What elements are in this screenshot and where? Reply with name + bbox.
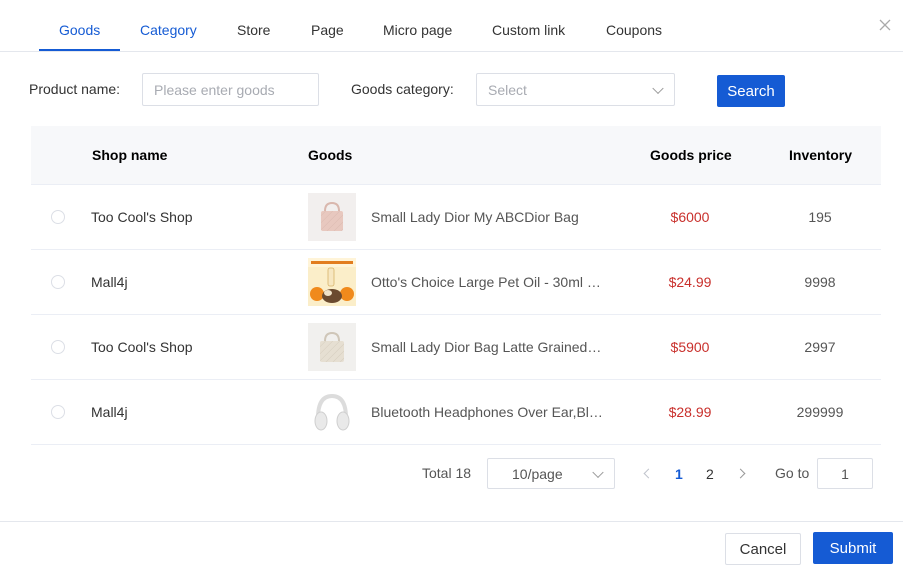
next-page-icon[interactable] [735,468,746,479]
goods-name-cell: Small Lady Dior My ABCDior Bag [371,209,579,225]
pet-oil-icon [308,258,356,306]
product-name-input[interactable] [154,81,318,98]
row-radio[interactable] [51,340,65,354]
goods-name-cell: Otto's Choice Large Pet Oil - 30ml Pet O… [371,274,603,290]
column-header-shop-name: Shop name [92,147,168,163]
chevron-down-icon [652,82,664,94]
goods-price-cell: $6000 [670,209,710,225]
product-name-label: Product name: [29,81,121,97]
inventory-cell: 9998 [804,274,836,290]
tab-bar: Goods Category Store Page Micro page Cus… [0,0,903,52]
cancel-button[interactable]: Cancel [725,533,801,565]
bag-latte-icon [308,323,356,371]
row-radio[interactable] [51,275,65,289]
submit-button[interactable]: Submit [813,532,893,564]
column-header-goods: Goods [308,147,353,163]
footer-divider [0,521,903,522]
table-row[interactable]: Too Cool's Shop Small Lady Dior Bag Latt… [31,315,881,380]
goods-category-placeholder: Select [488,81,527,98]
shop-name-cell: Mall4j [91,274,128,290]
tab-store[interactable]: Store [237,22,270,38]
goto-page-input[interactable]: 1 [817,458,873,489]
inventory-cell: 299999 [796,404,844,420]
goods-name-cell: Bluetooth Headphones Over Ear,Bluetooth … [371,404,603,420]
headphones-icon [308,388,356,436]
column-header-goods-price: Goods price [650,147,732,163]
table-row[interactable]: Mall4j Bluetooth Headphones Over Ear,Blu… [31,380,881,445]
page-2[interactable]: 2 [706,466,714,482]
close-icon[interactable] [878,18,892,32]
chevron-down-icon [592,466,604,478]
table-header: Shop name Goods Goods price Inventory [31,126,881,185]
page-1[interactable]: 1 [675,466,683,482]
bag-pink-icon [308,193,356,241]
shop-name-cell: Too Cool's Shop [91,339,193,355]
goods-price-cell: $5900 [670,339,710,355]
goto-label: Go to [775,465,810,481]
active-tab-indicator [39,49,120,51]
shop-name-cell: Too Cool's Shop [91,209,193,225]
page-size-select[interactable]: 10/page [487,458,615,489]
goods-price-cell: $28.99 [668,404,712,420]
tab-custom-link[interactable]: Custom link [492,22,565,38]
goods-category-label: Goods category: [351,81,454,97]
pagination-total: Total 18 [422,465,472,481]
column-header-inventory: Inventory [789,147,853,163]
table-row[interactable]: Too Cool's Shop Small Lady Dior My ABCDi… [31,185,881,250]
prev-page-icon[interactable] [643,468,654,479]
tab-coupons[interactable]: Coupons [606,22,662,38]
tab-page[interactable]: Page [311,22,344,38]
search-button[interactable]: Search [717,75,785,107]
goods-category-select[interactable]: Select [476,73,675,106]
row-radio[interactable] [51,210,65,224]
row-radio[interactable] [51,405,65,419]
goods-price-cell: $24.99 [668,274,712,290]
product-name-input-wrapper [142,73,319,106]
page-size-value: 10/page [512,465,563,482]
goods-name-cell: Small Lady Dior Bag Latte Grained Calfsk… [371,339,603,355]
shop-name-cell: Mall4j [91,404,128,420]
inventory-cell: 2997 [804,339,836,355]
table-row[interactable]: Mall4j Otto's Choice Large Pet Oil - 30m… [31,250,881,315]
tab-goods[interactable]: Goods [59,22,100,38]
tab-category[interactable]: Category [140,22,197,38]
inventory-cell: 195 [808,209,832,225]
tab-micro-page[interactable]: Micro page [383,22,452,38]
goods-table: Shop name Goods Goods price Inventory To… [31,126,881,445]
